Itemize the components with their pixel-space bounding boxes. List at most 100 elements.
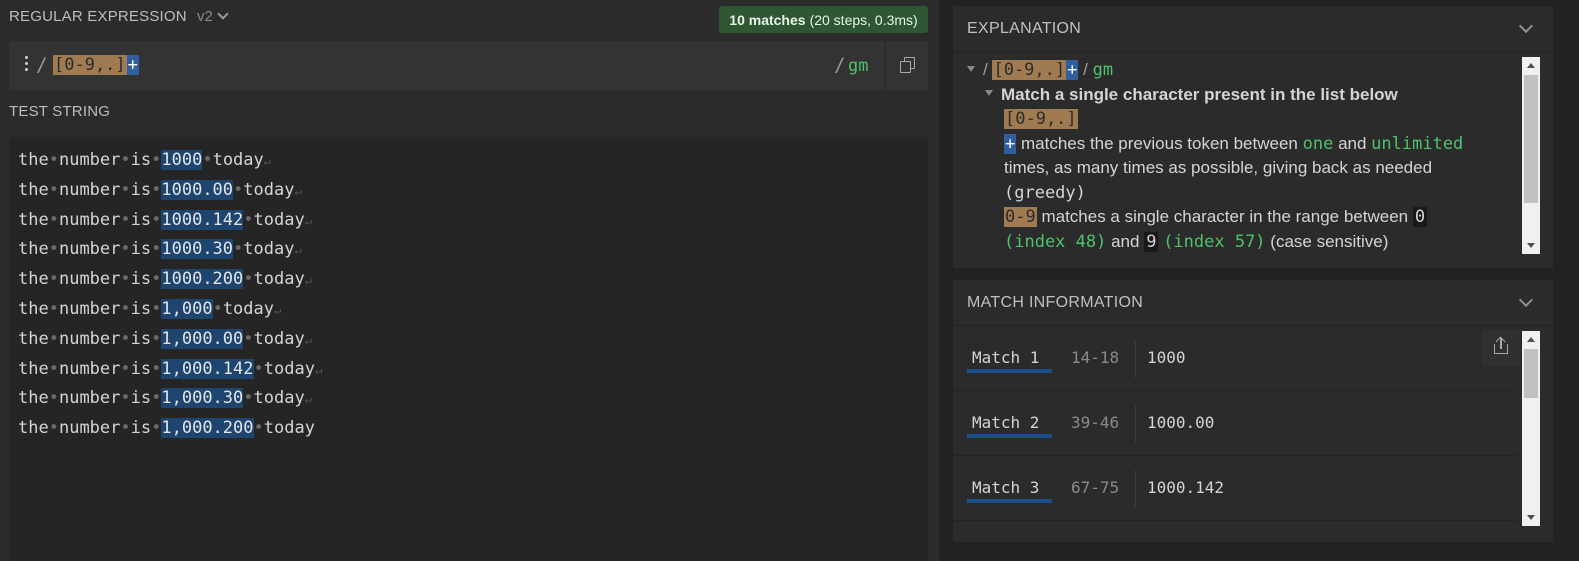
quant-greedy: (greedy): [1004, 182, 1086, 203]
regex-input-box[interactable]: / [0-9,.] + / gm: [9, 41, 928, 90]
test-word: the: [18, 179, 49, 200]
share-icon[interactable]: [1482, 330, 1520, 366]
space-marker: •: [120, 418, 131, 439]
match-underline: [967, 434, 1052, 438]
space-marker: •: [120, 358, 131, 379]
test-word: the: [18, 418, 49, 439]
menu-dots-icon[interactable]: [23, 56, 29, 74]
range-and: and: [1111, 231, 1140, 251]
test-word: number: [58, 179, 121, 200]
space-marker: •: [151, 179, 162, 200]
test-word: is: [130, 328, 152, 349]
newline-marker: ↵: [304, 273, 312, 288]
space-marker: •: [151, 150, 162, 170]
match-highlight[interactable]: 1,000: [161, 298, 213, 319]
test-word: the: [18, 298, 49, 319]
space-marker: •: [120, 209, 131, 230]
flavor-selector[interactable]: v2: [197, 8, 229, 25]
scroll-down-icon[interactable]: [1527, 243, 1535, 248]
explanation-node: Match a single character present in the …: [967, 83, 1527, 108]
match-list: Match 1 14-18 1000 Match 2 39-46 1000.00 Match…: [953, 326, 1518, 521]
match-highlight[interactable]: 1,000.142: [161, 358, 254, 379]
test-word: today: [263, 418, 315, 439]
space-marker: •: [243, 388, 254, 409]
match-value: 1000.142: [1147, 478, 1225, 497]
test-word: today: [212, 150, 264, 170]
match-count: 10 matches: [729, 11, 806, 28]
explanation-quant-line: + matches the previous token between one…: [967, 132, 1527, 206]
match-name[interactable]: Match 2: [967, 413, 1052, 432]
flavor-label: v2: [197, 8, 213, 25]
space-marker: •: [151, 239, 162, 260]
test-word: today: [253, 328, 305, 349]
match-information-card: MATCH INFORMATION Match 1 14-18 1000 Match …: [953, 280, 1553, 542]
quant-and: and: [1338, 133, 1367, 153]
match-highlight[interactable]: 1000.142: [161, 209, 244, 230]
range-to: 9: [1144, 231, 1159, 252]
match-range: 67-75: [1071, 478, 1120, 497]
regex-class-token: [0-9,.]: [53, 55, 127, 75]
space-marker: •: [48, 269, 59, 290]
divider: [1135, 470, 1136, 508]
test-line: the•number•is•1000.142•today↵: [18, 206, 322, 236]
test-word: is: [130, 269, 152, 290]
match-underline: [967, 499, 1052, 503]
space-marker: •: [151, 358, 162, 379]
match-highlight[interactable]: 1000.00: [161, 179, 234, 200]
explanation-heading: Match a single character present in the …: [1001, 84, 1398, 104]
match-info-scrollbar[interactable]: [1522, 331, 1540, 526]
copy-icon[interactable]: [900, 57, 916, 73]
match-row[interactable]: Match 1 14-18 1000: [953, 326, 1518, 391]
match-row[interactable]: Match 3 67-75 1000.142: [953, 456, 1518, 521]
space-marker: •: [48, 328, 59, 349]
quant-max: unlimited: [1371, 133, 1464, 154]
scroll-up-icon[interactable]: [1527, 337, 1535, 342]
regex-flags[interactable]: gm: [848, 56, 868, 76]
test-string-editor[interactable]: the•number•is•1000•today↵ the•number•is•1…: [9, 137, 928, 561]
test-word: the: [18, 328, 49, 349]
regex-open-delimiter: /: [36, 54, 48, 76]
test-word: today: [243, 179, 295, 200]
test-word: number: [58, 388, 121, 409]
scroll-up-icon[interactable]: [1527, 63, 1535, 68]
space-marker: •: [151, 328, 162, 349]
explanation-range-token: 0-9: [1004, 207, 1037, 227]
explanation-range-line: 0-9 matches a single character in the ra…: [967, 205, 1527, 254]
match-name[interactable]: Match 3: [967, 478, 1052, 497]
test-line: the•number•is•1000•today↵: [18, 146, 322, 176]
chevron-down-icon[interactable]: [1518, 18, 1534, 34]
explanation-scrollbar[interactable]: [1522, 57, 1540, 254]
chevron-down-icon: [217, 8, 229, 20]
test-word: is: [130, 388, 152, 409]
match-highlight[interactable]: 1000.30: [161, 239, 234, 260]
scroll-down-icon[interactable]: [1527, 515, 1535, 520]
newline-marker: ↵: [294, 183, 302, 198]
match-highlight[interactable]: 1000.200: [161, 269, 244, 290]
scroll-thumb[interactable]: [1524, 75, 1538, 203]
space-marker: •: [151, 388, 162, 409]
match-name[interactable]: Match 1: [967, 348, 1052, 367]
space-marker: •: [48, 388, 59, 409]
space-marker: •: [120, 269, 131, 290]
space-marker: •: [243, 209, 254, 230]
chevron-down-icon[interactable]: [1518, 292, 1534, 308]
explanation-class-line: [0-9,.]: [967, 107, 1527, 132]
match-highlight[interactable]: 1,000.30: [161, 388, 244, 409]
match-highlight[interactable]: 1000: [161, 150, 203, 170]
scroll-thumb[interactable]: [1524, 349, 1538, 398]
tree-toggle-icon[interactable]: [985, 90, 993, 97]
space-marker: •: [212, 298, 223, 319]
match-highlight[interactable]: 1,000.200: [161, 418, 254, 439]
test-word: today: [222, 298, 274, 319]
regex-input[interactable]: [0-9,.] +: [53, 55, 139, 75]
space-marker: •: [120, 328, 131, 349]
tree-toggle-icon[interactable]: [967, 65, 975, 72]
space-marker: •: [120, 298, 131, 319]
test-word: today: [253, 269, 305, 290]
space-marker: •: [48, 239, 59, 260]
space-marker: •: [48, 298, 59, 319]
match-row[interactable]: Match 2 39-46 1000.00: [953, 391, 1518, 456]
match-highlight[interactable]: 1,000.00: [161, 328, 244, 349]
root-close-delimiter: /: [1083, 60, 1088, 79]
newline-marker: ↵: [294, 243, 302, 258]
